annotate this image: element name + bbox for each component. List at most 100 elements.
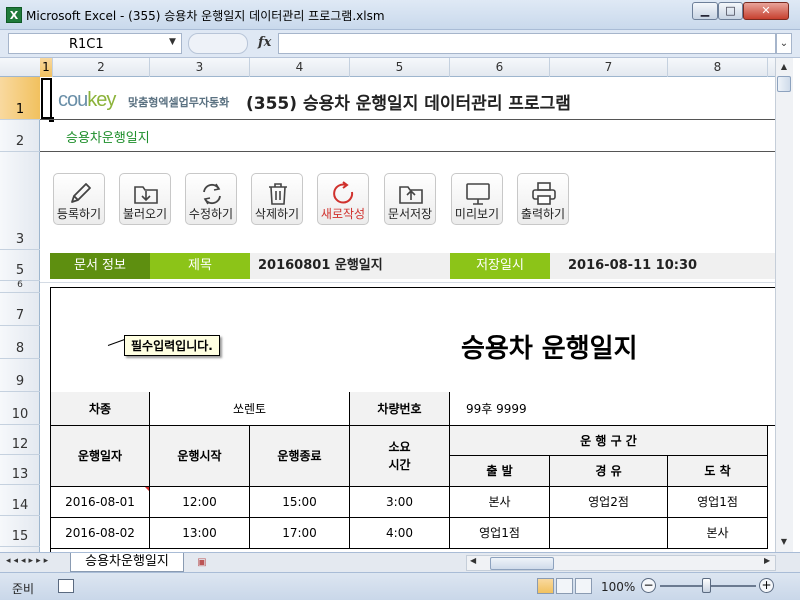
column-header[interactable]: 2 [53,58,150,77]
doc-info-label: 문서 정보 [50,253,150,279]
scroll-right-icon[interactable]: ▶ [764,556,770,565]
page-layout-view-icon[interactable] [556,578,573,594]
chevron-down-icon[interactable]: ▼ [169,37,176,47]
insert-sheet-icon[interactable]: ▣ [192,555,212,570]
expand-formula-bar-icon[interactable]: ⌄ [776,33,792,54]
row-header[interactable]: 3 [0,152,40,250]
row-header[interactable]: 2 [0,120,40,152]
title-value[interactable]: 20160801 운행일지 [258,253,418,279]
active-cell[interactable] [41,78,52,119]
folder-download-icon [134,186,158,204]
table-cell[interactable]: 본사 [450,487,550,518]
new-document-icon [333,181,354,204]
table-cell[interactable]: 13:00 [150,518,250,549]
column-header[interactable]: 6 [450,58,550,77]
table-cell[interactable]: 본사 [668,518,768,549]
title-label: 제목 [150,253,250,279]
duration-header: 소요 시간 [350,426,450,487]
column-header[interactable]: 8 [668,58,768,77]
scroll-down-icon[interactable]: ▼ [777,534,791,550]
formula-input[interactable] [278,33,776,54]
register-label: 등록하기 [56,207,102,221]
table-cell[interactable]: 영업1점 [668,487,768,518]
date-header: 운행일자 [51,426,150,487]
status-text: 준비 [12,582,35,596]
column-header[interactable]: 4 [250,58,350,77]
row-header[interactable]: 9 [0,359,40,392]
horizontal-scroll-thumb[interactable] [490,557,554,570]
saved-value[interactable]: 2016-08-11 10:30 [568,253,748,279]
table-cell[interactable]: 2016-08-02 [51,518,150,549]
row-header[interactable]: 12 [0,425,40,455]
sheet-tab[interactable]: 승용차운행일지 [70,553,184,572]
monitor-icon [466,183,490,205]
row-header[interactable]: 10 [0,392,40,425]
column-header[interactable]: 3 [150,58,250,77]
divider [40,119,775,120]
delete-label: 삭제하기 [254,207,300,221]
table-cell[interactable]: 2016-08-01 [51,487,150,518]
form-title: 승용차 운행일지 [461,334,638,364]
sheet-subtitle: 승용차운행일지 [66,131,150,146]
coukey-logo: coukey [58,89,116,111]
table-cell[interactable]: 영업1점 [450,518,550,549]
formula-bar: R1C1 ▼ fx ⌄ [0,30,800,58]
row-header[interactable]: 8 [0,326,40,359]
normal-view-icon[interactable] [537,578,554,594]
preview-label: 미리보기 [454,207,500,221]
page-break-view-icon[interactable] [575,578,592,594]
row-header[interactable]: 14 [0,485,40,516]
formula-bar-splitter[interactable] [188,33,248,54]
maximize-icon: □ [725,4,736,17]
arrive-header: 도 착 [668,456,768,487]
divider [40,151,775,152]
close-button[interactable]: ✕ [743,2,789,20]
column-header[interactable]: 7 [550,58,668,77]
window-title-bar: X Microsoft Excel - (355) 승용차 운행일지 데이터관리… [0,0,800,30]
name-box[interactable]: R1C1 ▼ [8,33,182,54]
logo-tagline: 맞춤형엑셀업무자동화 [128,96,230,109]
vertical-scrollbar[interactable] [775,58,793,552]
row-header[interactable]: 7 [0,293,40,326]
row-header[interactable]: 15 [0,516,40,547]
column-headers: 1 2 3 4 5 6 7 8 [0,58,775,77]
sheet-nav-arrows-icon[interactable]: ◂◂◂▸▸▸ [6,556,51,566]
minimize-button[interactable]: ▁ [692,2,718,20]
zoom-in-icon[interactable]: + [759,578,774,593]
table-cell[interactable]: 영업2점 [550,487,668,518]
sheet-content: coukey 맞춤형엑셀업무자동화 (355) 승용차 운행일지 데이터관리 프… [40,77,775,552]
vertical-scroll-thumb[interactable] [777,76,791,92]
zoom-out-icon[interactable]: − [641,578,656,593]
refresh-icon [203,183,221,205]
trash-icon [269,183,287,205]
column-header[interactable]: 5 [350,58,450,77]
scroll-left-icon[interactable]: ◀ [470,556,476,565]
scroll-up-icon[interactable]: ▲ [777,59,791,75]
row-header[interactable]: 13 [0,455,40,485]
zoom-slider-knob[interactable] [702,578,711,593]
row-headers: 1 2 3 5 6 7 8 9 10 12 13 14 15 [0,77,40,552]
row-header[interactable]: 1 [0,77,40,120]
table-cell[interactable]: 15:00 [250,487,350,518]
table-cell[interactable]: 3:00 [350,487,450,518]
minimize-icon: ▁ [700,4,710,17]
row-header[interactable]: 5 [0,250,40,281]
folder-upload-icon [399,186,423,204]
worksheet-grid: 1 2 3 4 5 6 7 8 1 2 3 5 6 7 8 9 10 12 13… [0,58,775,552]
car-type-value[interactable]: 쏘렌토 [150,392,350,426]
table-cell[interactable]: 17:00 [250,518,350,549]
table-cell[interactable] [550,518,668,549]
insert-function-icon[interactable]: fx [258,35,271,50]
end-header: 운행종료 [250,426,350,487]
macro-record-icon[interactable] [58,579,74,593]
table-cell[interactable]: 4:00 [350,518,450,549]
table-cell[interactable]: 12:00 [150,487,250,518]
column-header[interactable]: 1 [40,58,53,77]
save-document-label: 문서저장 [387,207,433,221]
plate-value[interactable]: 99후 9999 [450,392,775,426]
row-header[interactable]: 6 [0,280,40,293]
maximize-button[interactable]: □ [718,2,743,20]
sheet-tab-bar: ◂◂◂▸▸▸ 승용차운행일지 ▣ ◀ ▶ [0,552,800,572]
zoom-level[interactable]: 100% [601,580,635,594]
name-box-value: R1C1 [69,37,104,52]
